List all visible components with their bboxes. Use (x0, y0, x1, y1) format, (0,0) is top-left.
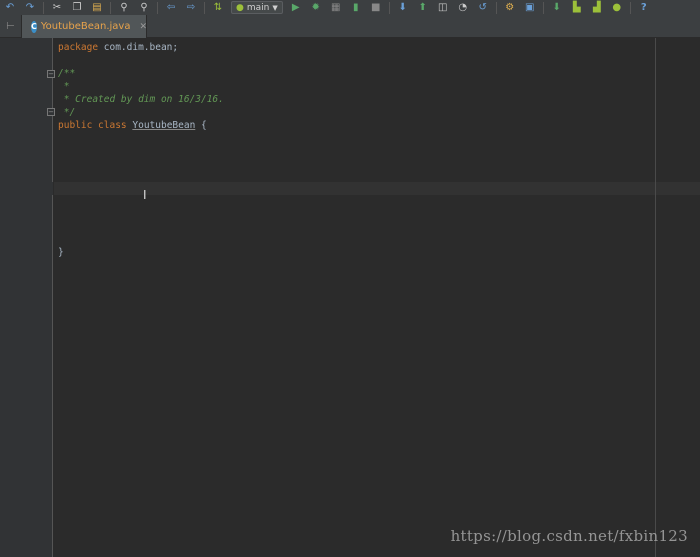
code-line-doc-created: * Created by dim on 16/3/16. (58, 93, 224, 106)
comment: /** (58, 68, 76, 79)
current-line-highlight (54, 182, 700, 195)
keyword: class (92, 120, 133, 131)
tab-youtubebean-java[interactable]: C YoutubeBean.java ✕ (22, 15, 147, 38)
debug-icon[interactable]: ✹ (309, 2, 323, 14)
coverage-icon[interactable]: ▦ (329, 2, 343, 14)
toolbar-separator (204, 1, 205, 14)
stop-icon[interactable]: ■ (369, 2, 383, 14)
sync-icon[interactable]: ⬇ (550, 2, 564, 14)
right-margin-guide (655, 38, 656, 557)
code-editor[interactable]: − − package com.dim.bean; /** * * Create… (0, 38, 700, 557)
android-icon: ● (236, 2, 244, 13)
replace-icon[interactable]: ⚲ (137, 2, 151, 14)
toolbar-separator (157, 1, 158, 14)
package-name: com.dim.bean; (98, 42, 179, 53)
fold-toggle-icon[interactable]: − (47, 70, 55, 78)
redo-icon[interactable]: ↷ (23, 2, 37, 14)
copy-icon[interactable]: ❐ (70, 2, 84, 14)
toolbar-separator (495, 1, 497, 14)
find-icon[interactable]: ⚲ (117, 2, 131, 14)
comment: * (58, 81, 70, 92)
vcs-update-icon[interactable]: ⬇ (396, 2, 410, 14)
sdk-manager-icon[interactable]: ▙ (570, 2, 584, 14)
toolbar-separator (110, 1, 111, 14)
vcs-compare-icon[interactable]: ◫ (436, 2, 450, 14)
vcs-history-icon[interactable]: ◔ (456, 2, 470, 14)
comment: * Created by dim on 16/3/16. (58, 94, 224, 105)
attach-icon[interactable]: ▮ (349, 2, 363, 14)
vcs-revert-icon[interactable]: ↺ (476, 2, 490, 14)
code-line-doc-close: */ (58, 106, 75, 119)
chevron-down-icon: ▼ (272, 3, 278, 12)
help-icon[interactable]: ? (637, 2, 651, 14)
close-icon[interactable]: ✕ (139, 22, 147, 32)
settings-icon[interactable]: ⚙ (503, 2, 517, 14)
code-line-close-brace: } (58, 246, 64, 259)
paste-icon[interactable]: ▤ (90, 2, 104, 14)
pin-tab-icon[interactable]: ⊢ (0, 15, 22, 38)
class-c-icon: C (31, 20, 37, 33)
toolbar-separator (388, 1, 390, 14)
line-gutter (0, 38, 53, 557)
toolbar-separator (629, 1, 631, 14)
run-configuration-label: main (246, 2, 270, 13)
tab-label: YoutubeBean.java (40, 21, 131, 32)
undo-icon[interactable]: ↶ (3, 2, 17, 14)
editor-tab-bar: ⊢ C YoutubeBean.java ✕ (0, 15, 700, 38)
toolbar-separator (542, 1, 544, 14)
code-line-doc-star: * (58, 80, 70, 93)
brace: { (195, 120, 207, 131)
android-monitor-icon[interactable]: ● (610, 2, 624, 14)
forward-icon[interactable]: ⇨ (184, 2, 198, 14)
keyword: package (58, 42, 99, 53)
text-cursor-icon: Ι (143, 188, 147, 202)
main-toolbar: ↶ ↷ ✂ ❐ ▤ ⚲ ⚲ ⇦ ⇨ ⇅ ● main ▼ ▶ ✹ ▦ ▮ ■ ⬇… (0, 0, 700, 15)
avd-manager-icon[interactable]: ▟ (590, 2, 604, 14)
back-icon[interactable]: ⇦ (164, 2, 178, 14)
code-line-package: package com.dim.bean; (58, 41, 178, 54)
project-structure-icon[interactable]: ▣ (523, 2, 537, 14)
class-name: YoutubeBean (132, 120, 196, 131)
watermark: https://blog.csdn.net/fxbin123 (450, 527, 688, 545)
run-icon[interactable]: ▶ (289, 2, 303, 14)
make-icon[interactable]: ⇅ (211, 2, 225, 14)
code-line-doc-open: /** (58, 67, 75, 80)
comment: */ (58, 107, 76, 118)
code-line-class-decl: public class YoutubeBean { (58, 119, 207, 132)
toolbar-separator (43, 1, 44, 14)
vcs-commit-icon[interactable]: ⬆ (416, 2, 430, 14)
run-configuration-select[interactable]: ● main ▼ (231, 1, 283, 14)
fold-toggle-icon[interactable]: − (47, 108, 55, 116)
brace: } (58, 247, 64, 258)
cut-icon[interactable]: ✂ (50, 2, 64, 14)
gutter-current-line (0, 182, 53, 195)
keyword: public (58, 120, 93, 131)
